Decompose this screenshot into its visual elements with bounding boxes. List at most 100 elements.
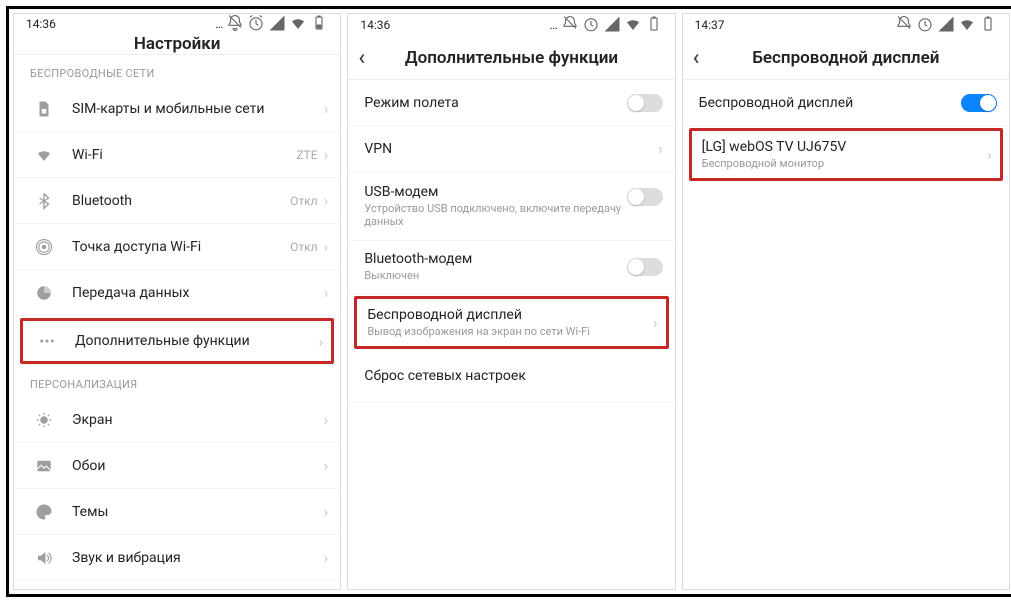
bt-tether-toggle[interactable]	[627, 258, 663, 276]
row-wireless-display[interactable]: Беспроводной дисплей Вывод изображения н…	[354, 296, 668, 349]
row-label: Сброс сетевых настроек	[364, 368, 662, 384]
row-label: Беспроводной дисплей	[699, 95, 961, 111]
status-bar: 14:36 …	[348, 14, 674, 36]
status-bar: 14:37	[683, 14, 1009, 36]
page-title: Настройки	[134, 34, 221, 54]
row-label: Обои	[72, 458, 324, 474]
row-bluetooth[interactable]: Bluetooth Откл ›	[14, 178, 340, 224]
usb-tether-toggle[interactable]	[627, 188, 663, 206]
chevron-right-icon: ›	[324, 99, 329, 118]
wireless-display-toggle[interactable]	[961, 94, 997, 112]
row-wallpaper[interactable]: Обои ›	[14, 443, 340, 489]
signal-icon	[603, 15, 621, 35]
battery-icon	[979, 15, 997, 35]
clock: 14:36	[360, 18, 390, 32]
section-personal-label: ПЕРСОНАЛИЗАЦИЯ	[14, 366, 340, 397]
hotspot-icon	[30, 238, 58, 256]
row-label: Беспроводной дисплей	[367, 307, 653, 323]
clock: 14:37	[695, 18, 725, 32]
row-label: Экран	[72, 412, 324, 428]
row-sublabel: Устройство USB подключено, включите пере…	[364, 202, 626, 228]
chevron-right-icon: ›	[653, 313, 658, 332]
row-value: Откл	[290, 240, 317, 254]
section-system-label: СИСТЕМА И УСТРОЙСТВО	[14, 581, 340, 590]
row-sound[interactable]: Звук и вибрация ›	[14, 535, 340, 581]
airplane-toggle[interactable]	[627, 94, 663, 112]
back-button[interactable]: ‹	[358, 45, 365, 70]
alarm-icon	[247, 14, 265, 34]
back-button[interactable]: ‹	[693, 45, 700, 70]
header-wireless-display: ‹ Беспроводной дисплей	[683, 36, 1009, 80]
data-icon	[30, 284, 58, 302]
header-settings: Настройки	[14, 34, 340, 55]
status-icons: …	[550, 15, 663, 35]
row-display[interactable]: Экран ›	[14, 397, 340, 443]
row-sim-cards[interactable]: SIM-карты и мобильные сети ›	[14, 86, 340, 132]
clock: 14:36	[26, 17, 56, 31]
more-icon: …	[215, 18, 223, 30]
alarm-icon	[582, 15, 600, 35]
status-icons	[895, 15, 997, 35]
header-more-functions: ‹ Дополнительные функции	[348, 36, 674, 80]
device-name: [LG] webOS TV UJ675V	[702, 139, 988, 155]
mute-icon	[226, 14, 244, 34]
row-bt-tether[interactable]: Bluetooth-модем Выключен	[348, 241, 674, 293]
page-title: Дополнительные функции	[405, 48, 618, 68]
row-wifi[interactable]: Wi-Fi ZTE ›	[14, 132, 340, 178]
alarm-icon	[916, 15, 934, 35]
more-horizontal-icon	[33, 332, 61, 350]
row-label: Звук и вибрация	[72, 550, 324, 566]
row-more-functions[interactable]: Дополнительные функции ›	[20, 318, 334, 364]
wifi-icon	[958, 15, 976, 35]
row-device-lg-tv[interactable]: [LG] webOS TV UJ675V Беспроводной монито…	[689, 128, 1003, 181]
row-label: Темы	[72, 504, 324, 520]
chevron-right-icon: ›	[324, 502, 329, 521]
row-value: Откл	[290, 194, 317, 208]
row-label: Дополнительные функции	[75, 333, 319, 349]
status-bar: 14:36 …	[14, 14, 340, 34]
brightness-icon	[30, 411, 58, 429]
row-label: Wi-Fi	[72, 147, 296, 163]
row-sublabel: Выключен	[364, 269, 626, 282]
row-wireless-display-toggle[interactable]: Беспроводной дисплей	[683, 80, 1009, 126]
row-label: SIM-карты и мобильные сети	[72, 101, 324, 117]
signal-icon	[937, 15, 955, 35]
mute-icon	[561, 15, 579, 35]
row-label: Bluetooth	[72, 193, 290, 209]
battery-icon	[310, 14, 328, 34]
chevron-right-icon: ›	[324, 410, 329, 429]
wifi-icon	[289, 14, 307, 34]
row-label: Режим полета	[364, 95, 626, 111]
chevron-right-icon: ›	[319, 332, 324, 351]
row-reset-network[interactable]: Сброс сетевых настроек	[348, 351, 674, 403]
row-hotspot[interactable]: Точка доступа Wi-Fi Откл ›	[14, 224, 340, 270]
chevron-right-icon: ›	[658, 139, 663, 158]
row-label: Bluetooth-модем	[364, 251, 626, 267]
row-themes[interactable]: Темы ›	[14, 489, 340, 535]
battery-icon	[645, 15, 663, 35]
chevron-right-icon: ›	[324, 456, 329, 475]
palette-icon	[30, 503, 58, 521]
chevron-right-icon: ›	[324, 145, 329, 164]
chevron-right-icon: ›	[324, 548, 329, 567]
chevron-right-icon: ›	[987, 145, 992, 164]
row-vpn[interactable]: VPN ›	[348, 126, 674, 172]
section-wireless-label: БЕСПРОВОДНЫЕ СЕТИ	[14, 55, 340, 86]
row-label: VPN	[364, 141, 658, 157]
row-label: Передача данных	[72, 285, 324, 301]
chevron-right-icon: ›	[324, 283, 329, 302]
row-usb-tether[interactable]: USB-модем Устройство USB подключено, вкл…	[348, 172, 674, 241]
signal-icon	[268, 14, 286, 34]
wifi-settings-icon	[30, 146, 58, 164]
device-sublabel: Беспроводной монитор	[702, 157, 988, 170]
phone-screen-2: 14:36 … ‹ Дополнительные функции Режим п…	[347, 13, 675, 590]
row-value: ZTE	[296, 148, 317, 162]
phone-screen-1: 14:36 … Настройки БЕСПРОВОДНЫЕ СЕТИ SIM-…	[13, 13, 341, 590]
more-icon: …	[550, 19, 558, 31]
speaker-icon	[30, 549, 58, 567]
phone-screen-3: 14:37 ‹ Беспроводной дисплей Беспроводно…	[682, 13, 1010, 590]
status-icons: …	[215, 14, 328, 34]
row-data-usage[interactable]: Передача данных ›	[14, 270, 340, 316]
chevron-right-icon: ›	[324, 191, 329, 210]
row-airplane-mode[interactable]: Режим полета	[348, 80, 674, 126]
